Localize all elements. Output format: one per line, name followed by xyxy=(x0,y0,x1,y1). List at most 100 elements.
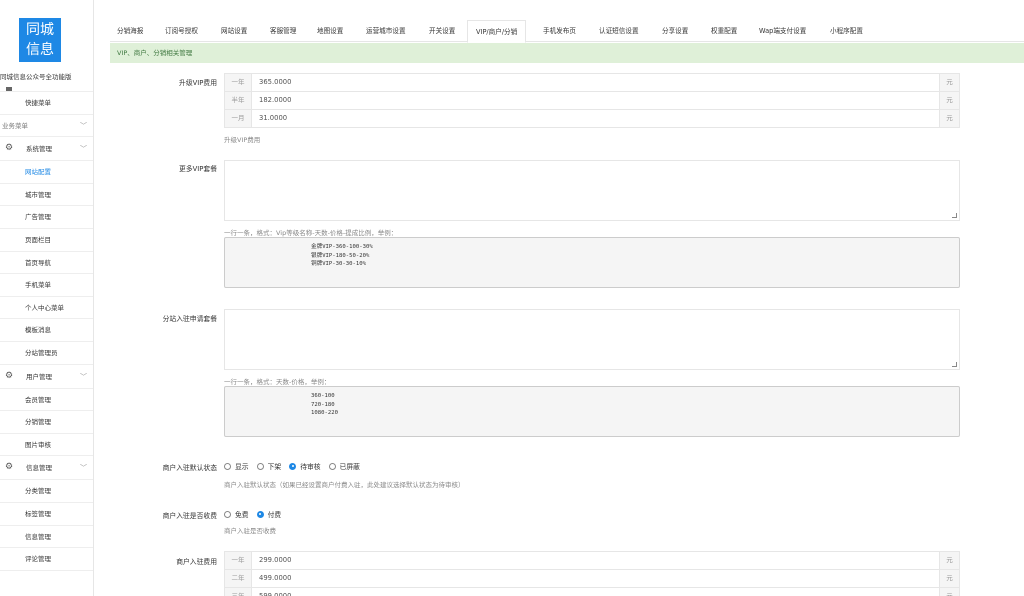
vip-fee-halfyear-unit: 元 xyxy=(939,92,959,109)
tab-wap-payment[interactable]: Wap端支付设置 xyxy=(759,24,806,42)
vip-fee-halfyear-value: 182.0000 xyxy=(259,96,292,104)
tab-weight-config[interactable]: 权重配置 xyxy=(711,24,737,42)
merchant-fee-1y-prefix: 一年 xyxy=(225,552,252,569)
vip-fee-year-input[interactable]: 一年 365.0000 元 xyxy=(224,73,960,92)
sidebar-item-comment-management[interactable]: 评论管理 xyxy=(0,548,93,571)
logo[interactable]: 同城 信息 xyxy=(19,18,61,62)
tab-distribution-poster[interactable]: 分销海报 xyxy=(117,24,143,42)
radio-offline-dot xyxy=(256,462,264,470)
sidebar-item-business-menu[interactable]: 业务菜单 ﹀ xyxy=(0,115,93,138)
sidebar-item-category-management[interactable]: 分类管理 xyxy=(0,480,93,503)
merchant-fee-label: 商户入驻费用 xyxy=(176,558,217,566)
sidebar-menu: 快捷菜单 业务菜单 ﹀ ⚙ 系统管理 ﹀ 网站配置 城市管理 广告管理 页面栏目 首页… xyxy=(0,86,93,571)
sidebar-item-user-management[interactable]: ⚙ 用户管理 ﹀ xyxy=(0,365,93,389)
tab-subscription-auth[interactable]: 订阅号授权 xyxy=(165,24,198,42)
sidebar-item-city-management[interactable]: 城市管理 xyxy=(0,184,93,207)
merchant-fee-3y-input[interactable]: 三年 599.0000 元 xyxy=(224,587,960,596)
merchant-paid-radios: 免费 付费 xyxy=(224,509,289,519)
sidebar-item-site-config[interactable]: 网站配置 xyxy=(0,161,93,184)
sidebar-item-member-management[interactable]: 会员管理 xyxy=(0,389,93,412)
merchant-fee-1y-unit: 元 xyxy=(939,552,959,569)
vip-fee-month-value: 31.0000 xyxy=(259,114,288,122)
merchant-status-radios: 显示 下架 待审核 已屏蔽 xyxy=(224,461,368,471)
tab-map-settings[interactable]: 地图设置 xyxy=(317,24,343,42)
merchant-fee-1y-input[interactable]: 一年 299.0000 元 xyxy=(224,551,960,570)
merchant-fee-3y-prefix: 三年 xyxy=(225,588,252,596)
vip-fee-year-prefix: 一年 xyxy=(225,74,252,91)
vip-fee-halfyear-input[interactable]: 半年 182.0000 元 xyxy=(224,91,960,110)
sidebar-item-template-messages[interactable]: 模板消息 xyxy=(0,319,93,342)
sidebar-item-system-management[interactable]: ⚙ 系统管理 ﹀ xyxy=(0,137,93,162)
radio-paid-dot xyxy=(256,510,264,518)
resize-grip-icon[interactable] xyxy=(952,213,957,218)
merchant-fee-2y-input[interactable]: 二年 499.0000 元 xyxy=(224,569,960,588)
merchant-fee-2y-value: 499.0000 xyxy=(259,574,292,582)
merchant-fee-1y-value: 299.0000 xyxy=(259,556,292,564)
chevron-down-icon: ﹀ xyxy=(80,372,87,381)
sidebar-item-distribution-management[interactable]: 分销管理 xyxy=(0,411,93,434)
chevron-down-icon: ﹀ xyxy=(80,145,87,154)
sidebar-item-quick-menu[interactable]: 快捷菜单 xyxy=(0,92,93,115)
gear-icon: ⚙ xyxy=(5,462,14,473)
vip-fee-label: 升级VIP费用 xyxy=(179,79,217,87)
radio-blocked[interactable]: 已屏蔽 xyxy=(328,461,360,471)
radio-blocked-dot xyxy=(328,462,336,470)
sidebar-item-tag-management[interactable]: 标签管理 xyxy=(0,503,93,526)
tab-mobile-publish[interactable]: 手机发布页 xyxy=(543,24,576,42)
sidebar-item-branch-admins[interactable]: 分站管理员 xyxy=(0,342,93,365)
logo-line-2: 信息 xyxy=(26,42,54,58)
settings-tabs: 分销海报 订阅号授权 网站设置 客服管理 地图设置 运营城市设置 开关设置 VI… xyxy=(110,20,1024,43)
vip-fee-year-unit: 元 xyxy=(939,74,959,91)
merchant-status-help: 商户入驻默认状态（如果已经设置商户付费入驻，此处建议选择默认状态为待审核） xyxy=(224,481,465,489)
tab-share-settings[interactable]: 分享设置 xyxy=(662,24,688,42)
branch-pkg-example-line: 720-180 xyxy=(311,401,335,408)
merchant-fee-2y-unit: 元 xyxy=(939,570,959,587)
more-vip-textarea[interactable] xyxy=(224,160,960,221)
vip-fee-halfyear-prefix: 半年 xyxy=(225,92,252,109)
radio-pending[interactable]: 待审核 xyxy=(289,461,321,471)
vip-fee-help: 升级VIP费用 xyxy=(224,136,261,144)
radio-show-dot xyxy=(224,462,231,470)
tab-site-settings[interactable]: 网站设置 xyxy=(221,24,247,42)
tab-miniprogram-config[interactable]: 小程序配置 xyxy=(830,24,863,42)
sidebar-item-info-management-group[interactable]: ⚙ 信息管理 ﹀ xyxy=(0,456,93,481)
chevron-down-icon: ﹀ xyxy=(80,464,87,473)
menu-icon xyxy=(6,87,12,91)
tab-operating-cities[interactable]: 运营城市设置 xyxy=(366,24,406,42)
gear-icon: ⚙ xyxy=(5,370,14,381)
gear-icon: ⚙ xyxy=(5,143,14,154)
chevron-down-icon: ﹀ xyxy=(80,121,87,130)
radio-pending-dot xyxy=(289,462,297,470)
tab-switch-settings[interactable]: 开关设置 xyxy=(429,24,455,42)
vip-fee-month-input[interactable]: 一月 31.0000 元 xyxy=(224,109,960,128)
sidebar-item-mobile-menu[interactable]: 手机菜单 xyxy=(0,274,93,297)
logo-line-1: 同城 xyxy=(26,22,54,38)
vip-fee-month-unit: 元 xyxy=(939,110,959,127)
merchant-paid-help: 商户入驻是否收费 xyxy=(224,527,276,535)
tab-sms-auth[interactable]: 认证短信设置 xyxy=(599,24,639,42)
sidebar-item-user-center-menu[interactable]: 个人中心菜单 xyxy=(0,297,93,320)
vip-fee-month-prefix: 一月 xyxy=(225,110,252,127)
branch-pkg-label: 分站入驻申请套餐 xyxy=(162,315,217,323)
branch-pkg-textarea[interactable] xyxy=(224,309,960,370)
sidebar-item-image-review[interactable]: 图片审核 xyxy=(0,434,93,457)
tab-vip-merchant-distribution[interactable]: VIP/商户/分销 xyxy=(467,20,527,43)
tab-customer-service[interactable]: 客服管理 xyxy=(270,24,296,42)
sidebar-item-home-nav[interactable]: 首页导航 xyxy=(0,252,93,275)
sidebar-item-page-columns[interactable]: 页面栏目 xyxy=(0,229,93,252)
sidebar: 同城 信息 同城信息公众号全功能版 快捷菜单 业务菜单 ﹀ ⚙ 系统管理 ﹀ 网站配置… xyxy=(0,0,94,596)
more-vip-example-line: 铜牌VIP-30-30-10% xyxy=(311,261,366,267)
merchant-fee-3y-value: 599.0000 xyxy=(259,592,292,596)
radio-free[interactable]: 免费 xyxy=(224,509,249,519)
branch-pkg-help: 一行一条，格式：天数-价格，举例： xyxy=(224,378,331,386)
radio-show[interactable]: 显示 xyxy=(224,461,249,471)
sidebar-item-ad-management[interactable]: 广告管理 xyxy=(0,206,93,229)
merchant-status-label: 商户入驻默认状态 xyxy=(162,464,217,472)
resize-grip-icon[interactable] xyxy=(952,362,957,367)
radio-offline[interactable]: 下架 xyxy=(256,461,281,471)
radio-paid[interactable]: 付费 xyxy=(256,509,281,519)
more-vip-help: 一行一条，格式：Vip等级名称-天数-价格-提成比例，举例： xyxy=(224,229,398,237)
sidebar-item-info-management[interactable]: 信息管理 xyxy=(0,526,93,549)
more-vip-example: 金牌VIP-360-100-30% 银牌VIP-180-50-20% 铜牌VIP… xyxy=(224,237,960,288)
merchant-fee-2y-prefix: 二年 xyxy=(225,570,252,587)
